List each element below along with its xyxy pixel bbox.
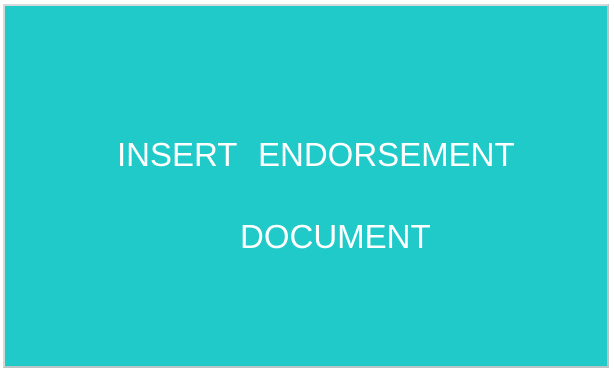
display-screen: INSERT ENDORSEMENT DOCUMENT (3, 4, 609, 368)
prompt-text-line-2: DOCUMENT (240, 218, 431, 255)
prompt-text-line-1: INSERT ENDORSEMENT (117, 136, 515, 173)
